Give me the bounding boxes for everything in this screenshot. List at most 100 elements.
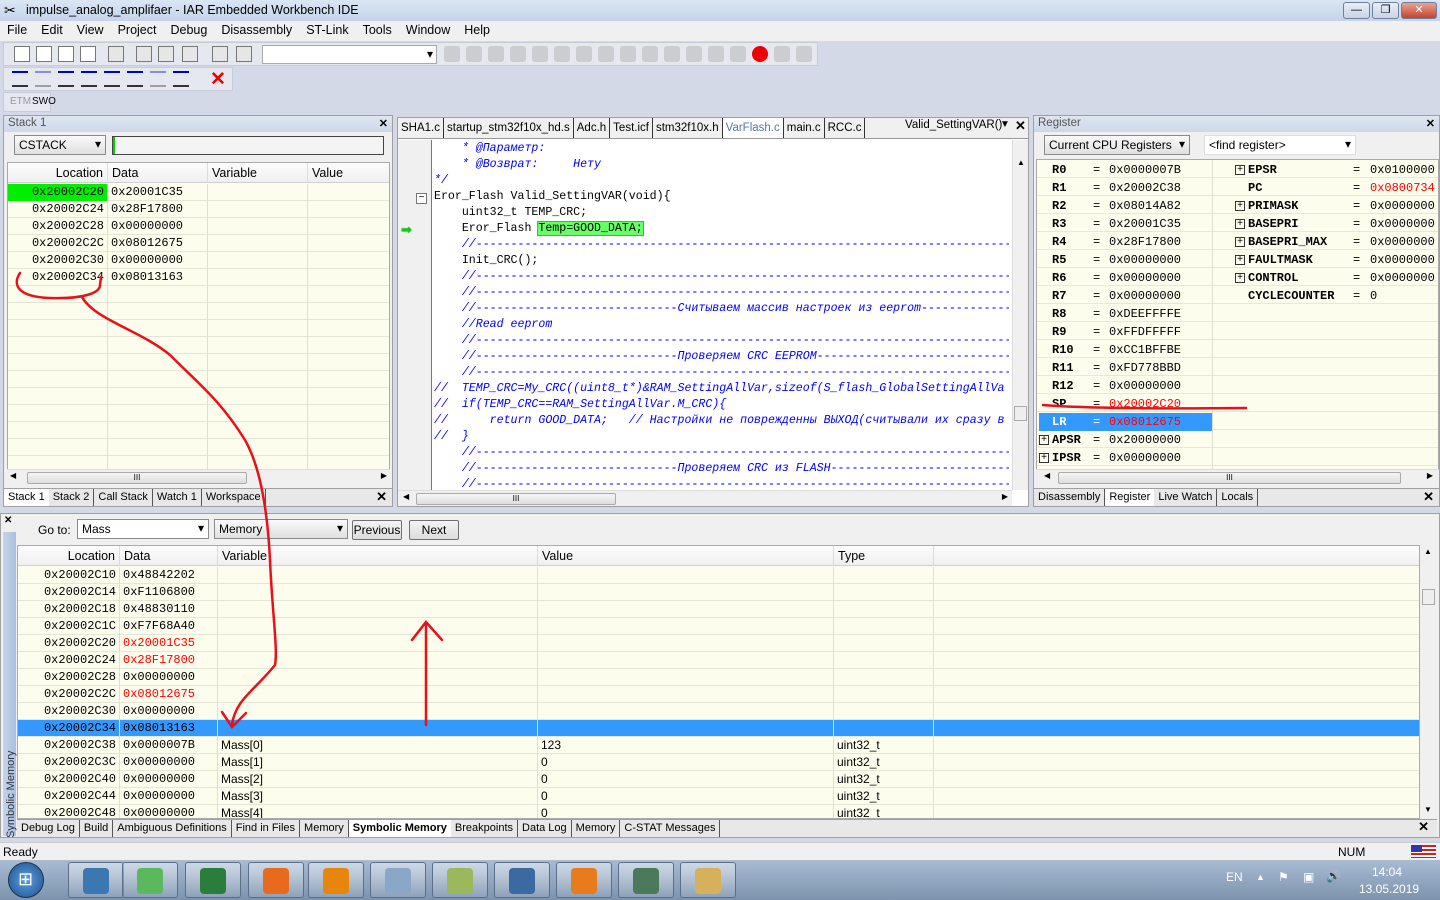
expand-icon[interactable]: + [1235,255,1245,265]
table-row[interactable]: 0x20002C44 0x00000000 Mass[3] 0 uint32_t [18,788,1419,805]
table-row[interactable] [8,337,389,354]
table-row[interactable]: 0x20002C2C 0x08012675 [18,686,1419,703]
clock-date[interactable]: 13.05.2019 [1359,882,1419,896]
expand-icon[interactable]: + [1235,237,1245,247]
cut-icon[interactable] [136,46,152,62]
iar-workbench-taskbar-button[interactable] [185,862,241,898]
debug-action-icon[interactable] [796,46,812,62]
table-row[interactable]: 0x20002C48 0x00000000 Mass[4] 0 uint32_t [18,805,1419,818]
find-register-combo[interactable]: <find register> [1204,135,1356,155]
table-row[interactable]: 0x20002C18 0x48830110 [18,601,1419,618]
tab-ambiguous-definitions[interactable]: Ambiguous Definitions [113,820,232,837]
register-r4[interactable]: R4 = 0x28F17800 [1039,233,1212,251]
tab-locals[interactable]: Locals [1217,489,1259,506]
debug-action-icon[interactable] [532,46,548,62]
tab-memory[interactable]: Memory [572,820,621,837]
column-header-value[interactable]: Value [538,546,834,566]
step-into-icon[interactable] [81,71,97,87]
tab-stm32f10x-h[interactable]: stm32f10x.h [653,118,723,138]
menu-window[interactable]: Window [399,21,457,37]
register-epsr[interactable]: + EPSR = 0x0100000 [1235,161,1438,179]
code-line[interactable]: //-----------------------------Проверяем… [434,461,1009,477]
restore-button[interactable]: ❐ [1372,2,1399,19]
register-r9[interactable]: R9 = 0xFFDFFFFF [1039,323,1212,341]
pdf-app-taskbar-button[interactable] [556,862,612,898]
paint-taskbar-button[interactable] [680,862,736,898]
open-icon[interactable] [36,46,52,62]
table-row[interactable] [8,303,389,320]
column-header-value[interactable]: Value [308,163,389,183]
expand-icon[interactable]: + [1235,273,1245,283]
table-row[interactable]: 0x20002C24 0x28F17800 [8,201,389,218]
code-line[interactable]: * @Параметр: [434,141,1009,157]
register-sp[interactable]: SP = 0x20002C20 [1039,395,1212,413]
register-lr[interactable]: LR = 0x08012675 [1039,413,1212,431]
multi-step-icon[interactable] [173,71,189,87]
column-header-data[interactable]: Data [108,163,208,183]
redo-icon[interactable] [236,46,252,62]
register-ipsr[interactable]: + IPSR = 0x00000000 [1039,449,1212,467]
swo-button[interactable]: SWO [32,96,56,107]
table-row[interactable] [8,422,389,439]
column-header-location[interactable]: Location [18,546,120,566]
column-header-type[interactable]: Type [834,546,934,566]
column-header-variable[interactable]: Variable [218,546,538,566]
menu-view[interactable]: View [70,21,111,37]
tab-symbolic-memory[interactable]: Symbolic Memory [348,820,451,837]
chevron-down-icon[interactable]: ▼ [1000,119,1010,130]
close-icon[interactable]: ✕ [1418,819,1429,835]
tab-adc-h[interactable]: Adc.h [574,118,611,138]
table-row[interactable]: 0x20002C40 0x00000000 Mass[2] 0 uint32_t [18,771,1419,788]
vertical-scrollbar[interactable]: ▲ ▼ [1420,545,1437,819]
expand-icon[interactable]: + [1235,219,1245,229]
register-basepri[interactable]: + BASEPRI = 0x0000000 [1235,215,1438,233]
debug-action-icon[interactable] [620,46,636,62]
code-line[interactable]: //-----------------------------Проверяем… [434,349,1009,365]
debug-action-icon[interactable] [752,46,768,62]
column-header-data[interactable]: Data [120,546,218,566]
code-line[interactable]: //--------------------------------------… [434,477,1009,493]
tab-breakpoints[interactable]: Breakpoints [451,820,519,837]
register-r1[interactable]: R1 = 0x20002C38 [1039,179,1212,197]
expand-icon[interactable]: + [1235,165,1245,175]
register-r6[interactable]: R6 = 0x00000000 [1039,269,1212,287]
sublime-text-taskbar-button[interactable] [308,862,364,898]
tab-main-c[interactable]: main.c [784,118,825,138]
notepad-app-taskbar-button[interactable] [370,862,426,898]
horizontal-scrollbar[interactable]: ◀ III ▶ [1036,469,1439,485]
table-row[interactable]: 0x20002C38 0x0000007B Mass[0] 123 uint32_t [18,737,1419,754]
close-button[interactable]: ✕ [1401,2,1437,19]
debug-action-icon[interactable] [774,46,790,62]
tab-register[interactable]: Register [1105,489,1155,506]
menu-debug[interactable]: Debug [163,21,214,37]
code-line[interactable]: //Read eeprom [434,317,1009,333]
code-line[interactable]: //--------------------------------------… [434,285,1009,301]
tab-watch-1[interactable]: Watch 1 [153,489,202,506]
network-icon[interactable]: ▣ [1303,870,1314,884]
register-pc[interactable]: PC = 0x0800734 [1235,179,1438,197]
debug-action-icon[interactable] [730,46,746,62]
tab-memory[interactable]: Memory [300,820,349,837]
tray-expand-icon[interactable]: ▲ [1256,872,1265,882]
save-icon[interactable] [58,46,74,62]
save-all-icon[interactable] [80,46,96,62]
menu-help[interactable]: Help [457,21,497,37]
code-line[interactable]: // TEMP_CRC=My_CRC((uint8_t*)&RAM_Settin… [434,381,1009,397]
expand-icon[interactable]: + [1039,453,1049,463]
tab-data-log[interactable]: Data Log [518,820,572,837]
table-row[interactable] [8,405,389,422]
run-to-cursor-icon[interactable] [150,71,166,87]
table-row[interactable]: 0x20002C20 0x20001C35 [18,635,1419,652]
debug-action-icon[interactable] [576,46,592,62]
code-line[interactable]: //--------------------------------------… [434,269,1009,285]
minimize-button[interactable]: — [1343,2,1370,19]
register-r10[interactable]: R10 = 0xCC1BFFBE [1039,341,1212,359]
debug-action-icon[interactable] [642,46,658,62]
clover-app-taskbar-button[interactable] [122,862,178,898]
code-line[interactable]: // } [434,429,1009,445]
register-group-select[interactable]: Current CPU Registers [1044,135,1190,155]
expand-icon[interactable]: + [1039,435,1049,445]
device-manager-taskbar-button[interactable] [618,862,674,898]
table-row[interactable] [8,439,389,456]
clock-time[interactable]: 14:04 [1372,865,1402,879]
